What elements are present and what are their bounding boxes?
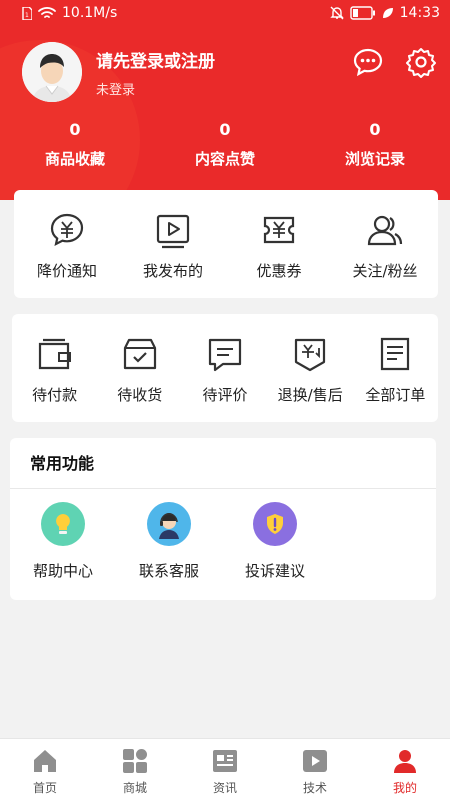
wallet-icon <box>38 338 71 370</box>
complaint-button[interactable]: 投诉建议 <box>222 502 328 581</box>
my-posts-label: 我发布的 <box>142 262 203 280</box>
refund-icon <box>295 338 326 372</box>
profile-header: 1 10.1M/s 14:33 请先登录或注册 未登录 0 商品收藏 0 内容点… <box>0 0 450 200</box>
news-icon <box>213 750 237 772</box>
customer-service-button[interactable]: 联系客服 <box>116 502 222 581</box>
clock-time: 14:33 <box>399 5 440 21</box>
svg-text:1: 1 <box>25 12 29 19</box>
stat-label: 内容点赞 <box>194 150 255 168</box>
tab-label: 商城 <box>122 781 147 795</box>
refund-aftersale-label: 退换/售后 <box>277 386 343 404</box>
stat-likes[interactable]: 0 内容点赞 <box>150 120 300 169</box>
complaint-shield-icon <box>253 502 297 546</box>
stat-label: 商品收藏 <box>44 150 105 168</box>
comment-icon <box>208 338 242 372</box>
help-center-button[interactable]: 帮助中心 <box>10 502 116 581</box>
video-icon <box>303 750 327 772</box>
my-posts-icon <box>156 214 190 249</box>
status-bar: 1 10.1M/s 14:33 <box>0 0 450 30</box>
follow-fans-button[interactable]: 关注/粉丝 <box>332 190 438 298</box>
mute-icon <box>329 6 344 20</box>
coupon-label: 优惠券 <box>256 262 302 280</box>
pending-review-button[interactable]: 待评价 <box>182 314 267 422</box>
help-center-label: 帮助中心 <box>32 562 93 580</box>
bottom-tab-bar: 首页 商城 资讯 技术 我的 <box>0 738 450 800</box>
my-posts-button[interactable]: 我发布的 <box>120 190 226 298</box>
help-bulb-icon <box>41 502 85 546</box>
common-functions-card: 常用功能 帮助中心 联系客服 投诉建议 <box>10 438 436 600</box>
follow-fans-label: 关注/粉丝 <box>352 262 418 280</box>
home-icon <box>34 750 56 772</box>
stat-history[interactable]: 0 浏览记录 <box>300 120 450 169</box>
wifi-icon <box>38 6 56 20</box>
settings-gear-icon[interactable] <box>405 46 437 78</box>
tab-label: 我的 <box>392 781 417 795</box>
stat-count: 0 <box>69 120 81 139</box>
stats-row: 0 商品收藏 0 内容点赞 0 浏览记录 <box>0 120 450 169</box>
login-status: 未登录 <box>96 83 136 98</box>
tab-label: 技术 <box>302 781 327 795</box>
box-icon <box>123 338 156 370</box>
tab-mine[interactable]: 我的 <box>360 739 450 800</box>
price-drop-icon <box>50 213 84 247</box>
price-drop-button[interactable]: 降价通知 <box>14 190 120 298</box>
tab-news[interactable]: 资讯 <box>180 739 270 800</box>
stat-label: 浏览记录 <box>344 150 405 168</box>
tab-home[interactable]: 首页 <box>0 739 90 800</box>
pending-payment-button[interactable]: 待付款 <box>12 314 97 422</box>
leaf-icon <box>382 7 394 19</box>
pending-payment-label: 待付款 <box>32 386 78 404</box>
pending-receipt-button[interactable]: 待收货 <box>97 314 182 422</box>
price-drop-label: 降价通知 <box>36 262 97 280</box>
shop-grid-icon <box>123 749 147 773</box>
quick-actions-card: 降价通知 我发布的 优惠券 关注/粉丝 <box>14 190 438 298</box>
stat-count: 0 <box>369 120 381 139</box>
message-icon[interactable] <box>352 46 384 78</box>
profile-icon <box>394 750 416 773</box>
all-orders-label: 全部订单 <box>365 386 426 404</box>
pending-review-label: 待评价 <box>202 386 248 404</box>
order-list-icon <box>381 337 410 371</box>
login-register-link[interactable]: 请先登录或注册 <box>96 47 215 72</box>
coupon-icon <box>263 216 295 244</box>
refund-aftersale-button[interactable]: 退换/售后 <box>268 314 353 422</box>
coupon-button[interactable]: 优惠券 <box>226 190 332 298</box>
complaint-label: 投诉建议 <box>244 562 305 580</box>
tab-label: 首页 <box>32 781 57 795</box>
network-speed: 10.1M/s <box>62 5 118 21</box>
customer-service-label: 联系客服 <box>138 562 199 580</box>
all-orders-button[interactable]: 全部订单 <box>353 314 438 422</box>
section-title: 常用功能 <box>30 454 95 473</box>
divider <box>10 488 436 489</box>
tab-tech[interactable]: 技术 <box>270 739 360 800</box>
orders-card: 待付款 待收货 待评价 退换/售后 全部订单 <box>12 314 438 422</box>
battery-icon <box>349 6 376 20</box>
tab-label: 资讯 <box>212 781 237 795</box>
avatar[interactable] <box>22 42 82 102</box>
customer-service-icon <box>147 502 191 546</box>
tab-shop[interactable]: 商城 <box>90 739 180 800</box>
sim-card-icon: 1 <box>22 6 32 20</box>
stat-count: 0 <box>219 120 231 139</box>
pending-receipt-label: 待收货 <box>117 386 163 404</box>
followers-icon <box>367 215 403 246</box>
stat-favorites[interactable]: 0 商品收藏 <box>0 120 150 169</box>
